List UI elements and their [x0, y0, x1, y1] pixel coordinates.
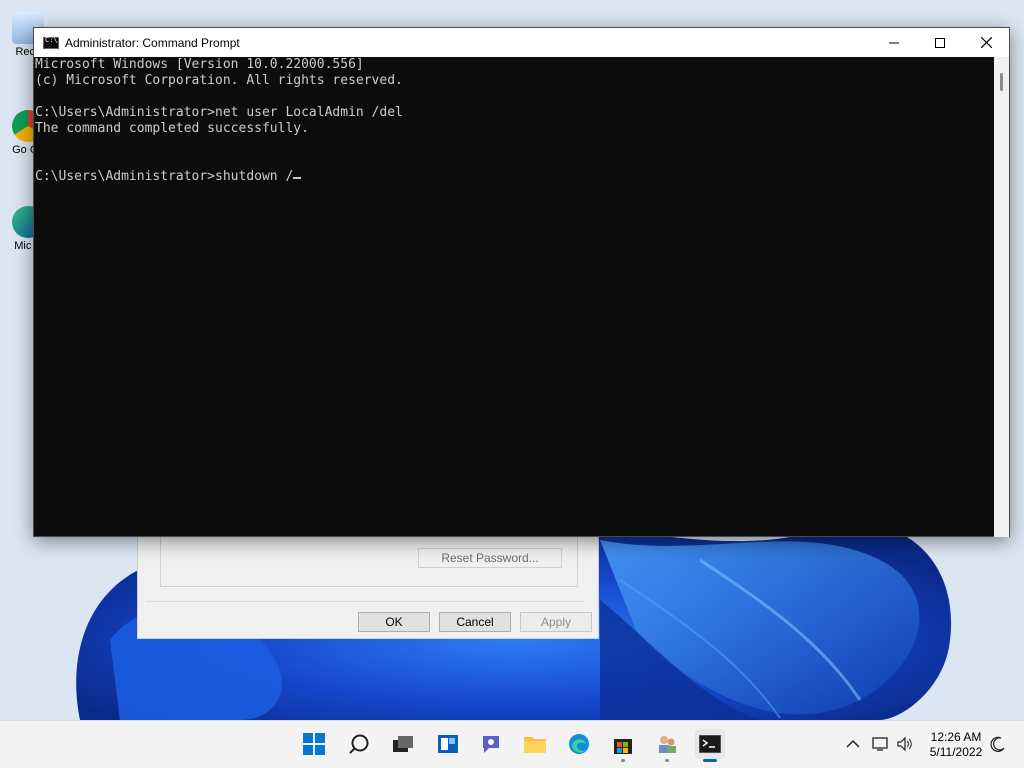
running-indicator	[665, 759, 669, 762]
search-icon	[349, 734, 369, 754]
chat-button[interactable]	[476, 729, 506, 759]
console-line: Microsoft Windows [Version 10.0.22000.55…	[35, 57, 364, 72]
task-view-icon	[393, 736, 413, 752]
close-icon	[980, 37, 992, 48]
file-explorer-button[interactable]	[520, 729, 550, 759]
task-view-button[interactable]	[388, 729, 418, 759]
chat-icon	[483, 736, 499, 753]
console-line: The command completed successfully.	[35, 121, 309, 136]
speaker-icon	[897, 736, 912, 752]
console-line: C:\Users\Administrator>net user LocalAdm…	[35, 105, 403, 120]
moon-icon	[990, 736, 1005, 752]
focus-assist-button[interactable]	[987, 729, 1009, 759]
clock-time: 12:26 AM	[930, 730, 982, 744]
chevron-up-icon	[846, 739, 860, 748]
minimize-button[interactable]	[871, 28, 917, 57]
taskbar-clock[interactable]: 12:26 AM 5/11/2022	[925, 730, 987, 760]
running-indicator	[621, 759, 625, 762]
reset-password-button[interactable]: Reset Password...	[418, 548, 562, 568]
clock-date: 5/11/2022	[929, 745, 983, 759]
command-prompt-window[interactable]: Administrator: Command Prompt Microsoft …	[33, 27, 1010, 537]
active-indicator	[703, 759, 717, 762]
microsoft-store-button[interactable]	[608, 729, 638, 762]
maximize-button[interactable]	[917, 28, 963, 57]
command-prompt-icon	[699, 735, 721, 753]
window-title: Administrator: Command Prompt	[65, 35, 240, 50]
maximize-icon	[935, 37, 945, 48]
users-icon	[659, 736, 676, 753]
apply-button[interactable]: Apply	[520, 612, 592, 632]
start-icon	[303, 733, 325, 755]
command-prompt-icon	[43, 36, 59, 49]
edge-button[interactable]	[564, 729, 594, 759]
properties-dialog: Reset Password... OK Cancel Apply	[137, 520, 599, 639]
widgets-icon	[438, 735, 458, 753]
network-icon	[872, 737, 888, 751]
ok-button[interactable]: OK	[358, 612, 430, 632]
console-output[interactable]: Microsoft Windows [Version 10.0.22000.55…	[34, 57, 994, 537]
minimize-icon	[889, 42, 899, 43]
users-groups-button[interactable]	[652, 729, 682, 762]
console-input-line[interactable]: C:\Users\Administrator>shutdown /	[35, 169, 994, 185]
start-button[interactable]	[299, 729, 329, 759]
vertical-scrollbar[interactable]	[994, 57, 1009, 537]
edge-icon	[569, 734, 589, 754]
text-cursor	[293, 177, 302, 179]
search-button[interactable]	[344, 729, 374, 759]
show-hidden-icons-button[interactable]	[842, 729, 864, 759]
close-button[interactable]	[963, 28, 1009, 57]
file-explorer-icon	[524, 737, 546, 753]
command-prompt-taskbar-button[interactable]	[695, 729, 725, 762]
console-prompt: C:\Users\Administrator>shutdown /	[35, 169, 294, 184]
taskbar: 12:26 AM 5/11/2022	[0, 720, 1024, 768]
scrollbar-thumb[interactable]	[1000, 73, 1003, 91]
console-line: (c) Microsoft Corporation. All rights re…	[35, 73, 403, 88]
window-titlebar[interactable]: Administrator: Command Prompt	[34, 28, 1009, 57]
cancel-button[interactable]: Cancel	[439, 612, 511, 632]
network-button[interactable]	[870, 729, 892, 759]
store-icon	[614, 739, 632, 754]
volume-button[interactable]	[894, 729, 916, 759]
widgets-button[interactable]	[433, 729, 463, 759]
